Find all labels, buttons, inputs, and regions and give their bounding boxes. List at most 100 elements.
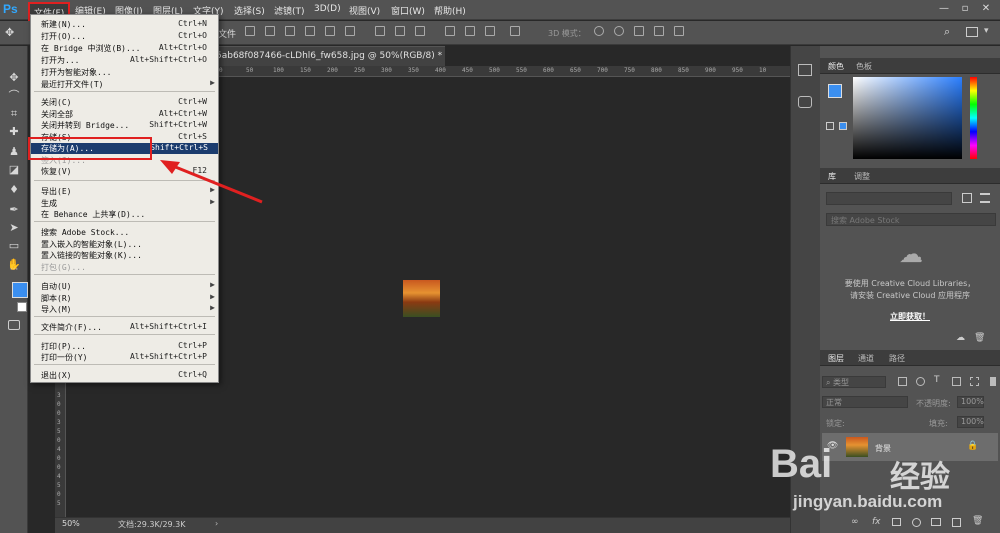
align-bottom-icon[interactable] xyxy=(285,26,295,36)
minimize-button[interactable]: — xyxy=(936,2,952,16)
file-menu-item[interactable]: 打开为智能对象... xyxy=(41,67,217,78)
tab-color[interactable]: 颜色 xyxy=(828,61,844,72)
fill-input[interactable]: 100% xyxy=(957,416,984,428)
healing-brush-icon[interactable]: ✚ xyxy=(6,124,22,140)
tab-channels[interactable]: 通道 xyxy=(858,353,874,364)
crop-tool-icon[interactable]: ⌗ xyxy=(6,106,22,122)
move-tool-icon[interactable]: ✥ xyxy=(6,70,22,86)
tab-swatches[interactable]: 色板 xyxy=(856,61,872,72)
filter-pixel-icon[interactable] xyxy=(898,377,907,386)
tab-layers[interactable]: 图层 xyxy=(828,353,844,364)
hue-slider[interactable] xyxy=(970,77,977,159)
menu-view[interactable]: 视图(V) xyxy=(349,4,380,17)
filter-type-icon[interactable]: T xyxy=(934,375,940,385)
3d-roll-icon[interactable] xyxy=(614,26,624,36)
file-menu-item[interactable]: 在 Behance 上共享(D)... xyxy=(41,209,217,220)
move-tool-option-icon[interactable]: ✥ xyxy=(5,26,14,39)
color-warning-icon[interactable] xyxy=(826,122,834,130)
lock-icon[interactable]: 🔒 xyxy=(967,441,978,451)
library-select[interactable] xyxy=(826,192,952,205)
file-menu-item[interactable]: 最近打开文件(T) ▶ xyxy=(41,78,217,90)
new-layer-icon[interactable] xyxy=(952,518,961,527)
cloud-sync-icon[interactable]: ☁ xyxy=(956,333,965,343)
distribute-vcenter-icon[interactable] xyxy=(395,26,405,36)
document-tab[interactable]: 5ab68f087466-cLDhl6_fw658.jpg @ 50%(RGB/… xyxy=(210,46,445,66)
menu-3d[interactable]: 3D(D) xyxy=(314,4,341,14)
list-view-icon[interactable] xyxy=(980,193,990,203)
color-picker-field[interactable] xyxy=(853,77,962,159)
eraser-tool-icon[interactable]: ◪ xyxy=(6,162,22,178)
more-tools-icon[interactable]: ··· xyxy=(6,262,22,278)
foreground-color-swatch[interactable] xyxy=(12,282,28,298)
file-menu-item[interactable]: 置入嵌入的智能对象(L)... xyxy=(41,239,217,250)
file-menu-item[interactable]: 自动(U) ▶ xyxy=(41,280,217,292)
file-menu-item[interactable]: 退出(X) Ctrl+Q xyxy=(41,370,217,381)
file-menu-item[interactable]: 关闭(C) Ctrl+W xyxy=(41,97,217,108)
distribute-right-icon[interactable] xyxy=(485,26,495,36)
grid-view-icon[interactable] xyxy=(962,193,972,203)
library-trash-icon[interactable]: 🗑 xyxy=(974,333,985,343)
add-mask-icon[interactable] xyxy=(892,518,901,526)
file-menu-item[interactable]: 打开(O)... Ctrl+O xyxy=(41,31,217,42)
search-icon[interactable]: ⌕ xyxy=(944,25,950,39)
menu-filter[interactable]: 滤镜(T) xyxy=(274,4,305,17)
file-menu-item[interactable]: 打印一份(Y) Alt+Shift+Ctrl+P xyxy=(41,352,217,363)
file-menu-item[interactable]: 搜索 Adobe Stock... xyxy=(41,227,217,238)
color-panel-foreground-swatch[interactable] xyxy=(828,84,842,98)
layer-style-icon[interactable]: fx xyxy=(872,517,881,527)
layer-filter-select[interactable]: ⌕ 类型 xyxy=(822,376,886,388)
align-left-icon[interactable] xyxy=(305,26,315,36)
filter-shape-icon[interactable] xyxy=(952,377,961,386)
tab-adjustments[interactable]: 调整 xyxy=(854,171,870,182)
distribute-top-icon[interactable] xyxy=(375,26,385,36)
shape-tool-icon[interactable]: ▭ xyxy=(6,238,22,254)
zoom-level[interactable]: 50% xyxy=(62,519,80,528)
delete-layer-icon[interactable]: 🗑 xyxy=(972,516,983,526)
file-menu-item[interactable]: 文件简介(F)... Alt+Shift+Ctrl+I xyxy=(41,322,217,333)
workspace-dropdown-icon[interactable]: ▾ xyxy=(984,26,989,36)
get-now-link[interactable]: 立即获取！ xyxy=(822,311,998,322)
file-menu-item[interactable]: 置入链接的智能对象(K)... xyxy=(41,250,217,261)
pen-tool-icon[interactable]: ✒ xyxy=(6,202,22,218)
blend-mode-select[interactable]: 正常 xyxy=(822,396,908,408)
filter-adjustment-icon[interactable] xyxy=(916,377,925,386)
file-menu-item[interactable]: 在 Bridge 中浏览(B)... Alt+Ctrl+O xyxy=(41,43,217,54)
3d-orbit-icon[interactable] xyxy=(594,26,604,36)
workspace-icon[interactable] xyxy=(966,27,978,37)
distribute-bottom-icon[interactable] xyxy=(415,26,425,36)
align-vcenter-icon[interactable] xyxy=(265,26,275,36)
distribute-hcenter-icon[interactable] xyxy=(465,26,475,36)
file-menu-item[interactable]: 关闭并转到 Bridge... Shift+Ctrl+W xyxy=(41,120,217,131)
distribute-left-icon[interactable] xyxy=(445,26,455,36)
3d-scale-icon[interactable] xyxy=(674,26,684,36)
align-right-icon[interactable] xyxy=(345,26,355,36)
3d-pan-icon[interactable] xyxy=(634,26,644,36)
blur-tool-icon[interactable]: ♦ xyxy=(6,182,22,198)
tab-paths[interactable]: 路径 xyxy=(889,353,905,364)
adjustment-layer-icon[interactable] xyxy=(912,518,921,527)
menu-window[interactable]: 窗口(W) xyxy=(391,4,425,17)
file-menu-item[interactable]: 脚本(R) ▶ xyxy=(41,292,217,304)
close-button[interactable]: ✕ xyxy=(978,2,994,16)
tab-libraries[interactable]: 库 xyxy=(828,171,836,182)
file-menu-item[interactable]: 关闭全部 Alt+Ctrl+W xyxy=(41,109,217,120)
properties-panel-icon[interactable] xyxy=(798,96,812,108)
filter-toggle-icon[interactable] xyxy=(990,377,996,386)
stock-search-input[interactable]: 搜索 Adobe Stock xyxy=(826,213,996,226)
path-select-icon[interactable]: ➤ xyxy=(6,220,22,236)
lasso-tool-icon[interactable]: ⌒ xyxy=(6,88,22,104)
menu-select[interactable]: 选择(S) xyxy=(234,4,265,17)
layer-name[interactable]: 背景 xyxy=(875,443,891,454)
file-menu-item[interactable]: 导入(M) ▶ xyxy=(41,303,217,315)
opacity-input[interactable]: 100% xyxy=(957,396,984,408)
history-panel-icon[interactable] xyxy=(798,64,812,76)
file-menu-item[interactable]: 打开为... Alt+Shift+Ctrl+O xyxy=(41,55,217,66)
stamp-tool-icon[interactable]: ♟ xyxy=(6,144,22,160)
new-group-icon[interactable] xyxy=(931,518,941,526)
file-menu-item[interactable]: 新建(N)... Ctrl+N xyxy=(41,19,217,30)
background-color-swatch[interactable] xyxy=(17,302,27,312)
align-hcenter-icon[interactable] xyxy=(325,26,335,36)
auto-align-icon[interactable] xyxy=(510,26,520,36)
file-menu-item[interactable]: 打印(P)... Ctrl+P xyxy=(41,341,217,352)
align-top-icon[interactable] xyxy=(245,26,255,36)
